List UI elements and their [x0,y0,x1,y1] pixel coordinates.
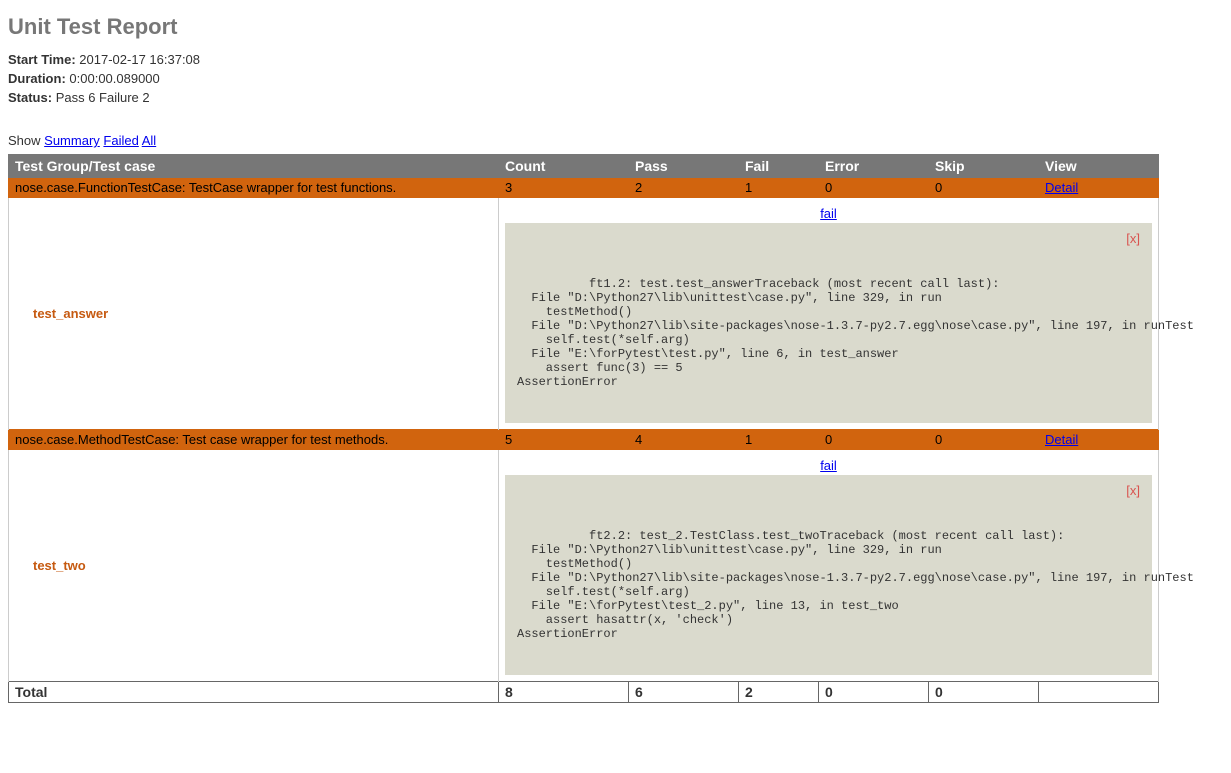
report-table: Test Group/Test case Count Pass Fail Err… [8,154,1159,703]
case-fail-link[interactable]: fail [820,458,837,473]
header-pass: Pass [629,155,739,178]
group-detail-link[interactable]: Detail [1045,432,1078,447]
page-title: Unit Test Report [8,8,1223,40]
total-view [1039,682,1159,703]
status-label: Status: [8,90,52,105]
group-error: 0 [819,178,929,198]
case-row: test_two fail [x]ft2.2: test_2.TestClass… [9,450,1159,682]
show-summary-link[interactable]: Summary [44,133,100,148]
group-skip: 0 [929,178,1039,198]
close-icon[interactable]: [x] [1126,231,1140,246]
traceback-panel: [x]ft2.2: test_2.TestClass.test_twoTrace… [505,475,1152,675]
group-row: nose.case.FunctionTestCase: TestCase wra… [9,178,1159,198]
show-failed-link[interactable]: Failed [103,133,138,148]
duration-value: 0:00:00.089000 [69,71,159,86]
meta-duration: Duration: 0:00:00.089000 [8,71,1223,86]
header-skip: Skip [929,155,1039,178]
meta-status: Status: Pass 6 Failure 2 [8,90,1223,105]
group-pass: 2 [629,178,739,198]
traceback-panel: [x]ft1.2: test.test_answerTraceback (mos… [505,223,1152,423]
group-pass: 4 [629,430,739,450]
close-icon[interactable]: [x] [1126,483,1140,498]
group-count: 3 [499,178,629,198]
traceback-text: ft2.2: test_2.TestClass.test_twoTracebac… [517,529,1194,641]
total-fail: 2 [739,682,819,703]
status-value: Pass 6 Failure 2 [56,90,150,105]
case-name: test_answer [9,198,499,430]
case-fail-link[interactable]: fail [820,206,837,221]
meta-start-time: Start Time: 2017-02-17 16:37:08 [8,52,1223,67]
filter-row: Show Summary Failed All [8,133,1223,148]
group-fail: 1 [739,430,819,450]
start-time-value: 2017-02-17 16:37:08 [79,52,200,67]
total-label: Total [9,682,499,703]
group-detail-link[interactable]: Detail [1045,180,1078,195]
group-fail: 1 [739,178,819,198]
table-header-row: Test Group/Test case Count Pass Fail Err… [9,155,1159,178]
header-name: Test Group/Test case [9,155,499,178]
total-row: Total 8 6 2 0 0 [9,682,1159,703]
show-all-link[interactable]: All [142,133,156,148]
total-skip: 0 [929,682,1039,703]
header-error: Error [819,155,929,178]
header-view: View [1039,155,1159,178]
show-prefix: Show [8,133,41,148]
duration-label: Duration: [8,71,66,86]
total-count: 8 [499,682,629,703]
total-error: 0 [819,682,929,703]
group-row: nose.case.MethodTestCase: Test case wrap… [9,430,1159,450]
start-time-label: Start Time: [8,52,76,67]
header-count: Count [499,155,629,178]
traceback-text: ft1.2: test.test_answerTraceback (most r… [517,277,1194,389]
group-skip: 0 [929,430,1039,450]
group-count: 5 [499,430,629,450]
case-row: test_answer fail [x]ft1.2: test.test_ans… [9,198,1159,430]
group-name: nose.case.FunctionTestCase: TestCase wra… [9,178,499,198]
total-pass: 6 [629,682,739,703]
case-name: test_two [9,450,499,682]
group-error: 0 [819,430,929,450]
header-fail: Fail [739,155,819,178]
group-name: nose.case.MethodTestCase: Test case wrap… [9,430,499,450]
